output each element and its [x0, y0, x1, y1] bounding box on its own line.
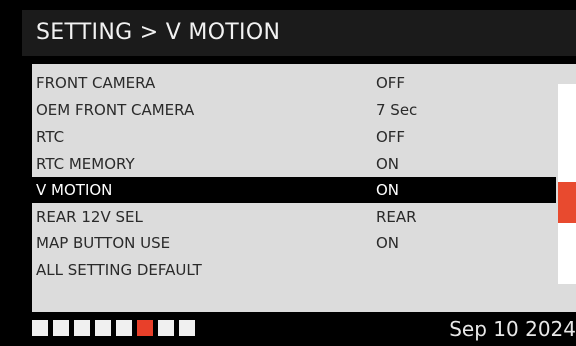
scrollbar[interactable]	[558, 84, 576, 284]
menu-item-rtc-memory[interactable]: RTC MEMORY ON	[32, 151, 556, 177]
page-dot	[53, 320, 69, 336]
menu-item-rear-12v-sel[interactable]: REAR 12V SEL REAR	[32, 204, 556, 230]
page-dot	[74, 320, 90, 336]
menu-item-map-button-use[interactable]: MAP BUTTON USE ON	[32, 230, 556, 256]
menu-item-label: RTC	[36, 128, 65, 146]
menu-item-label: V MOTION	[36, 181, 113, 199]
menu-item-value: ON	[376, 234, 400, 252]
page-title: SETTING > V MOTION	[22, 10, 576, 56]
menu-item-value: OFF	[376, 74, 406, 92]
menu-item-value: ON	[376, 155, 400, 173]
menu-item-label: OEM FRONT CAMERA	[36, 101, 195, 119]
page-indicator	[32, 320, 195, 336]
page-dot	[32, 320, 48, 336]
menu-item-label: REAR 12V SEL	[36, 208, 143, 226]
page-dot-active	[137, 320, 153, 336]
date-display: Sep 10 2024	[449, 317, 576, 341]
page-dot	[158, 320, 174, 336]
settings-screen: SETTING > V MOTION FRONT CAMERA OFF OEM …	[22, 10, 576, 342]
menu-item-label: RTC MEMORY	[36, 155, 135, 173]
page-dot	[179, 320, 195, 336]
menu-item-rtc[interactable]: RTC OFF	[32, 124, 556, 150]
settings-menu: FRONT CAMERA OFF OEM FRONT CAMERA 7 Sec …	[32, 64, 576, 312]
menu-item-front-camera[interactable]: FRONT CAMERA OFF	[32, 70, 556, 96]
menu-item-value: 7 Sec	[376, 101, 418, 119]
menu-item-label: FRONT CAMERA	[36, 74, 156, 92]
menu-item-label: MAP BUTTON USE	[36, 234, 171, 252]
menu-item-value: REAR	[376, 208, 417, 226]
menu-item-value: ON	[376, 181, 400, 199]
scrollbar-thumb[interactable]	[558, 182, 576, 223]
menu-item-all-setting-default[interactable]: ALL SETTING DEFAULT	[32, 257, 556, 283]
menu-item-v-motion[interactable]: V MOTION ON	[32, 177, 556, 203]
page-dot	[95, 320, 111, 336]
menu-item-value: OFF	[376, 128, 406, 146]
menu-item-oem-front-camera[interactable]: OEM FRONT CAMERA 7 Sec	[32, 97, 556, 123]
menu-item-label: ALL SETTING DEFAULT	[36, 261, 202, 279]
page-dot	[116, 320, 132, 336]
